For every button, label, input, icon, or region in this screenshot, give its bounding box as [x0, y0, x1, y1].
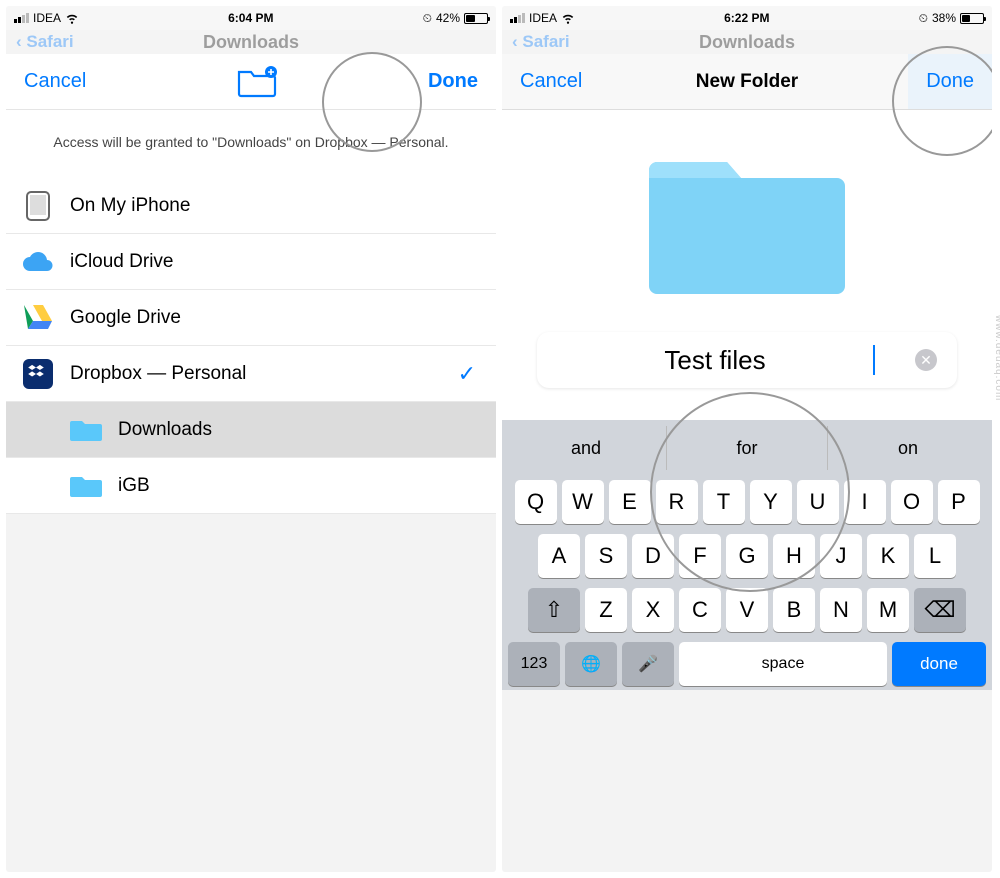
- battery-icon: [464, 13, 488, 24]
- status-bar: IDEA 6:22 PM ⏲ 38%: [502, 6, 992, 30]
- key-t[interactable]: T: [703, 480, 745, 524]
- key-n[interactable]: N: [820, 588, 862, 632]
- location-label: Google Drive: [70, 307, 181, 329]
- signal-icon: [14, 13, 29, 23]
- back-link: ‹ Safari: [16, 32, 74, 52]
- location-label: On My iPhone: [70, 195, 190, 217]
- dim-title: Downloads: [203, 32, 299, 53]
- prediction-bar: and for on: [506, 426, 988, 470]
- key-globe[interactable]: 🌐: [565, 642, 617, 686]
- alarm-icon: ⏲: [919, 11, 928, 26]
- key-p[interactable]: P: [938, 480, 980, 524]
- key-j[interactable]: J: [820, 534, 862, 578]
- battery-pct: 42%: [436, 11, 460, 25]
- key-s[interactable]: S: [585, 534, 627, 578]
- key-y[interactable]: Y: [750, 480, 792, 524]
- location-label: iCloud Drive: [70, 251, 173, 273]
- prediction[interactable]: for: [667, 426, 828, 470]
- gdrive-icon: [22, 302, 54, 334]
- key-l[interactable]: L: [914, 534, 956, 578]
- clock: 6:04 PM: [228, 11, 273, 25]
- key-z[interactable]: Z: [585, 588, 627, 632]
- key-backspace[interactable]: ⌫: [914, 588, 966, 632]
- location-icloud-drive[interactable]: iCloud Drive: [6, 234, 496, 290]
- carrier-label: IDEA: [33, 11, 61, 25]
- key-b[interactable]: B: [773, 588, 815, 632]
- key-i[interactable]: I: [844, 480, 886, 524]
- subfolder-label: Downloads: [118, 419, 212, 441]
- location-google-drive[interactable]: Google Drive: [6, 290, 496, 346]
- cancel-button[interactable]: Cancel: [24, 70, 86, 93]
- battery-icon: [960, 13, 984, 24]
- key-o[interactable]: O: [891, 480, 933, 524]
- signal-icon: [510, 13, 525, 23]
- new-folder-nav: Cancel New Folder Done: [502, 54, 992, 110]
- key-f[interactable]: F: [679, 534, 721, 578]
- folder-icon: [70, 470, 102, 502]
- battery-pct: 38%: [932, 11, 956, 25]
- sheet-header: Cancel Done: [6, 54, 496, 110]
- key-123[interactable]: 123: [508, 642, 560, 686]
- screenshot-right: IDEA 6:22 PM ⏲ 38% ‹ Safari Downloads Ca…: [502, 6, 992, 872]
- new-folder-icon[interactable]: [237, 66, 277, 98]
- dimmed-nav: ‹ Safari Downloads: [502, 30, 992, 54]
- status-bar: IDEA 6:04 PM ⏲ 42%: [6, 6, 496, 30]
- key-d[interactable]: D: [632, 534, 674, 578]
- location-label: Dropbox — Personal: [70, 363, 246, 385]
- folder-icon: [70, 414, 102, 446]
- screenshot-left: IDEA 6:04 PM ⏲ 42% ‹ Safari Downloads Ca…: [6, 6, 496, 872]
- key-mic[interactable]: 🎤: [622, 642, 674, 686]
- done-button[interactable]: Done: [908, 54, 992, 109]
- key-w[interactable]: W: [562, 480, 604, 524]
- key-shift[interactable]: ⇧: [528, 588, 580, 632]
- prediction[interactable]: and: [506, 426, 667, 470]
- key-g[interactable]: G: [726, 534, 768, 578]
- key-h[interactable]: H: [773, 534, 815, 578]
- key-u[interactable]: U: [797, 480, 839, 524]
- key-x[interactable]: X: [632, 588, 674, 632]
- key-c[interactable]: C: [679, 588, 721, 632]
- location-on-my-iphone[interactable]: On My iPhone: [6, 178, 496, 234]
- alarm-icon: ⏲: [423, 11, 432, 26]
- key-v[interactable]: V: [726, 588, 768, 632]
- nav-title: New Folder: [696, 71, 798, 93]
- back-link: ‹ Safari: [512, 32, 570, 52]
- key-m[interactable]: M: [867, 588, 909, 632]
- cancel-button[interactable]: Cancel: [520, 70, 582, 93]
- location-list: On My iPhone iCloud Drive Google Drive D…: [6, 178, 496, 514]
- wifi-icon: [65, 11, 79, 25]
- carrier-label: IDEA: [529, 11, 557, 25]
- dropbox-icon: [22, 358, 54, 390]
- big-folder-icon: [647, 142, 847, 302]
- key-space[interactable]: space: [679, 642, 887, 686]
- key-done[interactable]: done: [892, 642, 986, 686]
- done-button[interactable]: Done: [428, 70, 478, 93]
- key-e[interactable]: E: [609, 480, 651, 524]
- subfolder-label: iGB: [118, 475, 150, 497]
- clear-text-icon[interactable]: ✕: [915, 349, 937, 371]
- key-q[interactable]: Q: [515, 480, 557, 524]
- key-a[interactable]: A: [538, 534, 580, 578]
- wifi-icon: [561, 11, 575, 25]
- key-r[interactable]: R: [656, 480, 698, 524]
- prediction[interactable]: on: [828, 426, 988, 470]
- folder-name-input-wrap[interactable]: Test files ✕: [537, 332, 957, 388]
- iphone-icon: [22, 190, 54, 222]
- dim-title: Downloads: [699, 32, 795, 53]
- subfolder-downloads[interactable]: Downloads: [6, 402, 496, 458]
- access-text: Access will be granted to "Downloads" on…: [6, 110, 496, 178]
- folder-preview: Test files ✕: [502, 110, 992, 420]
- text-cursor: [873, 345, 875, 375]
- checkmark-icon: ✓: [458, 361, 476, 387]
- clock: 6:22 PM: [724, 11, 769, 25]
- watermark: www.deuaq.com: [993, 315, 1000, 401]
- key-k[interactable]: K: [867, 534, 909, 578]
- keyboard: and for on QWERTYUIOP ASDFGHJKL ⇧ZXCVBNM…: [502, 420, 992, 690]
- icloud-icon: [22, 246, 54, 278]
- folder-name-input[interactable]: Test files: [557, 345, 873, 376]
- location-dropbox[interactable]: Dropbox — Personal ✓: [6, 346, 496, 402]
- subfolder-igb[interactable]: iGB: [6, 458, 496, 514]
- dimmed-nav: ‹ Safari Downloads: [6, 30, 496, 54]
